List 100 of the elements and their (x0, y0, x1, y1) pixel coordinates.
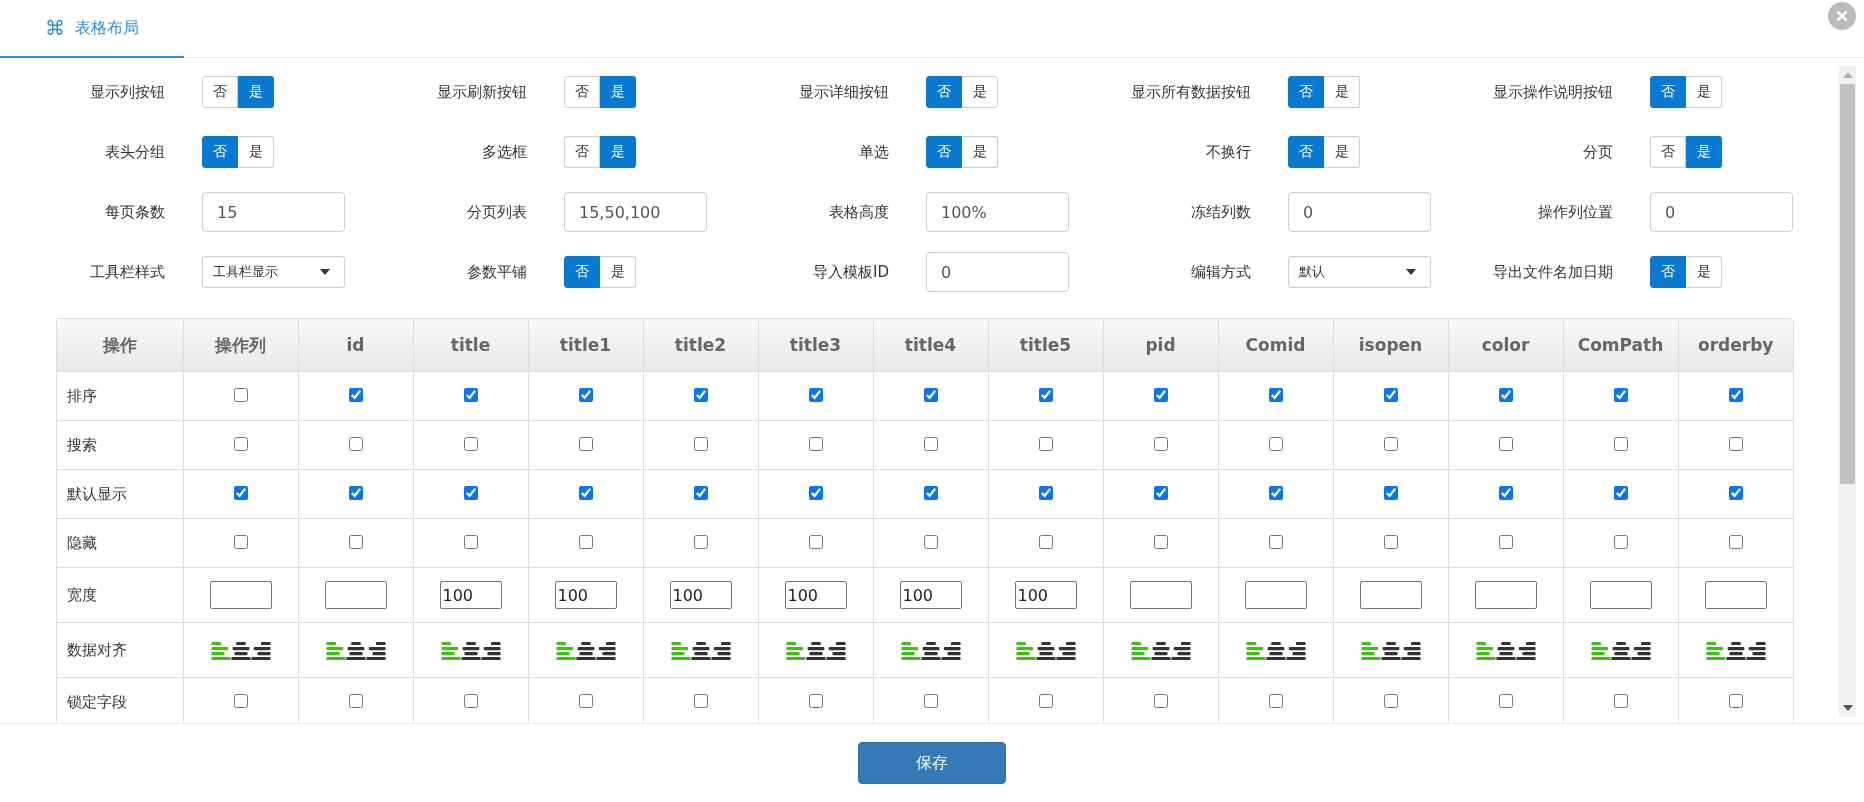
checkbox[interactable] (463, 693, 478, 708)
checkbox[interactable] (233, 387, 248, 402)
checkbox[interactable] (1613, 693, 1628, 708)
checkbox[interactable] (348, 436, 363, 451)
toggle-option[interactable]: 是 (238, 76, 274, 108)
checkbox[interactable] (1613, 387, 1628, 402)
checkbox[interactable] (463, 485, 478, 500)
checkbox[interactable] (1038, 534, 1053, 549)
scroll-down-icon[interactable] (1842, 705, 1853, 711)
toggle-option[interactable]: 是 (1686, 76, 1722, 108)
checkbox[interactable] (1038, 693, 1053, 708)
checkbox[interactable] (233, 485, 248, 500)
toggle-option[interactable]: 是 (1686, 256, 1722, 288)
checkbox[interactable] (1038, 436, 1053, 451)
checkbox[interactable] (463, 436, 478, 451)
align-center-icon[interactable] (1380, 641, 1401, 660)
align-center-icon[interactable] (345, 641, 366, 660)
width-field[interactable]: 100 (784, 581, 847, 609)
checkbox[interactable] (578, 387, 593, 402)
width-field[interactable] (1244, 581, 1307, 609)
checkbox[interactable] (693, 534, 708, 549)
dropdown[interactable]: 工具栏显示 (202, 256, 345, 288)
align-center-icon[interactable] (805, 641, 826, 660)
checkbox[interactable] (233, 534, 248, 549)
checkbox[interactable] (693, 387, 708, 402)
checkbox[interactable] (1498, 693, 1513, 708)
align-right-icon[interactable] (1055, 641, 1076, 660)
toggle-option[interactable]: 是 (600, 136, 636, 168)
save-button[interactable]: 保存 (858, 742, 1006, 784)
align-center-icon[interactable] (575, 641, 596, 660)
width-field[interactable]: 100 (554, 581, 617, 609)
toggle-option[interactable]: 是 (1686, 136, 1722, 168)
checkbox[interactable] (1613, 436, 1628, 451)
checkbox[interactable] (1498, 387, 1513, 402)
toggle-option[interactable]: 否 (1288, 136, 1324, 168)
text-field[interactable]: 0 (926, 252, 1069, 292)
width-field[interactable]: 100 (669, 581, 732, 609)
width-field[interactable]: 100 (1014, 581, 1077, 609)
align-right-icon[interactable] (1170, 641, 1191, 660)
checkbox[interactable] (1383, 485, 1398, 500)
checkbox[interactable] (578, 436, 593, 451)
width-field[interactable] (1474, 581, 1537, 609)
checkbox[interactable] (1383, 436, 1398, 451)
toggle-option[interactable]: 否 (926, 136, 962, 168)
align-right-icon[interactable] (1515, 641, 1536, 660)
checkbox[interactable] (693, 436, 708, 451)
align-right-icon[interactable] (1745, 641, 1766, 660)
checkbox[interactable] (923, 436, 938, 451)
checkbox[interactable] (693, 693, 708, 708)
align-right-icon[interactable] (1285, 641, 1306, 660)
width-field[interactable] (1589, 581, 1652, 609)
align-center-icon[interactable] (1495, 641, 1516, 660)
checkbox[interactable] (578, 693, 593, 708)
text-field[interactable]: 0 (1650, 192, 1793, 232)
checkbox[interactable] (923, 534, 938, 549)
checkbox[interactable] (1383, 693, 1398, 708)
align-center-icon[interactable] (230, 641, 251, 660)
align-center-icon[interactable] (1725, 641, 1746, 660)
toggle-option[interactable]: 是 (962, 76, 998, 108)
align-right-icon[interactable] (595, 641, 616, 660)
checkbox[interactable] (233, 436, 248, 451)
checkbox[interactable] (578, 485, 593, 500)
checkbox[interactable] (1728, 534, 1743, 549)
toggle-option[interactable]: 是 (600, 256, 636, 288)
checkbox[interactable] (808, 436, 823, 451)
text-field[interactable]: 100% (926, 192, 1069, 232)
toggle-option[interactable]: 否 (926, 76, 962, 108)
checkbox[interactable] (808, 693, 823, 708)
align-right-icon[interactable] (365, 641, 386, 660)
checkbox[interactable] (463, 387, 478, 402)
align-center-icon[interactable] (460, 641, 481, 660)
checkbox[interactable] (1153, 485, 1168, 500)
checkbox[interactable] (578, 534, 593, 549)
checkbox[interactable] (1498, 534, 1513, 549)
checkbox[interactable] (1268, 387, 1283, 402)
checkbox[interactable] (1613, 485, 1628, 500)
checkbox[interactable] (693, 485, 708, 500)
width-field[interactable] (324, 581, 387, 609)
checkbox[interactable] (1153, 387, 1168, 402)
checkbox[interactable] (1728, 485, 1743, 500)
checkbox[interactable] (1498, 485, 1513, 500)
align-right-icon[interactable] (1630, 641, 1651, 660)
checkbox[interactable] (1038, 485, 1053, 500)
toggle-option[interactable]: 是 (600, 76, 636, 108)
checkbox[interactable] (1268, 436, 1283, 451)
checkbox[interactable] (1383, 534, 1398, 549)
toggle-option[interactable]: 否 (564, 136, 600, 168)
checkbox[interactable] (1153, 534, 1168, 549)
checkbox[interactable] (1728, 387, 1743, 402)
layout-tab[interactable]: ⌘ 表格布局 (0, 0, 184, 58)
width-field[interactable] (1129, 581, 1192, 609)
align-right-icon[interactable] (710, 641, 731, 660)
checkbox[interactable] (1038, 387, 1053, 402)
scrollbar[interactable] (1839, 66, 1856, 717)
align-center-icon[interactable] (920, 641, 941, 660)
checkbox[interactable] (808, 485, 823, 500)
checkbox[interactable] (923, 485, 938, 500)
align-center-icon[interactable] (1035, 641, 1056, 660)
checkbox[interactable] (808, 534, 823, 549)
width-field[interactable] (209, 581, 272, 609)
